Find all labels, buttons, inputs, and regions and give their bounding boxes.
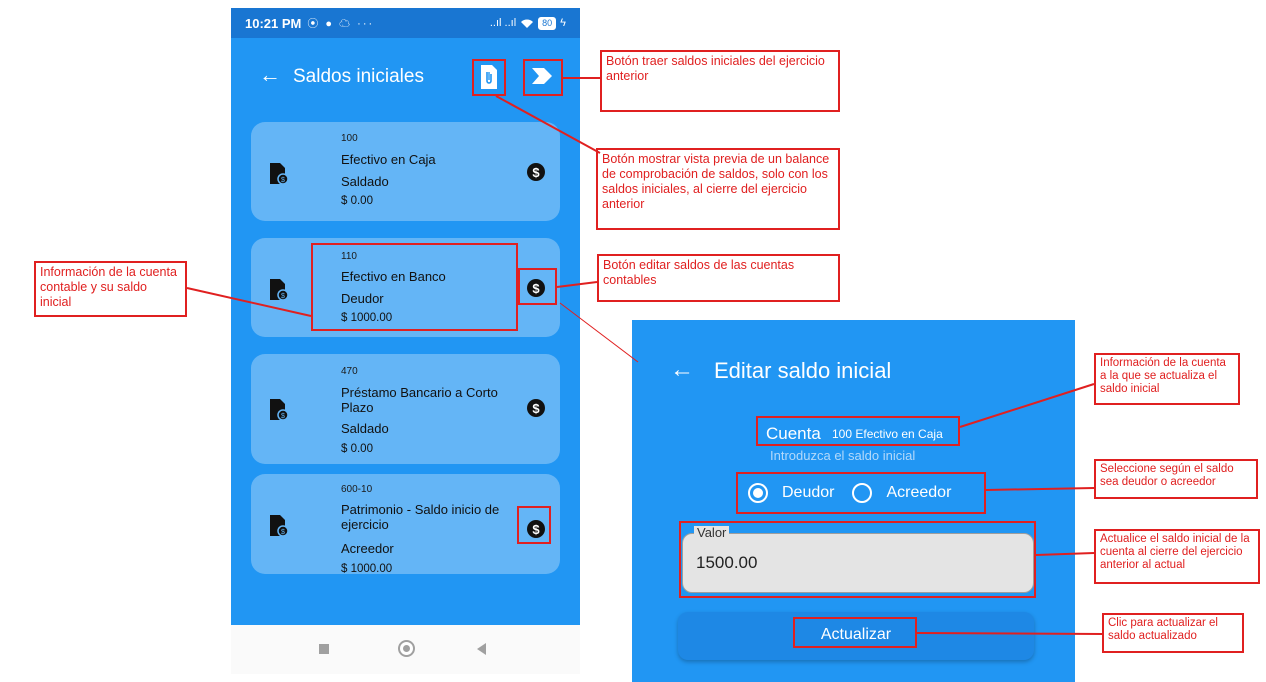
recents-icon[interactable] (319, 644, 329, 654)
highlight-import-button (523, 59, 563, 96)
account-name: Préstamo Bancario a Corto Plazo (341, 385, 498, 415)
highlight-edit-button (518, 268, 557, 305)
account-card[interactable]: $ 470 Préstamo Bancario a Corto Plazo Sa… (251, 354, 560, 464)
back-arrow-icon[interactable]: ← (670, 356, 694, 384)
back-arrow-icon[interactable]: ← (259, 62, 281, 88)
svg-text:$: $ (281, 177, 285, 184)
nav-back-icon[interactable] (477, 643, 486, 655)
note-bring-initial: Botón traer saldos iniciales del ejercic… (600, 50, 840, 112)
highlight-preview-button (472, 59, 506, 96)
highlight-radio-group (736, 472, 986, 514)
svg-text:$: $ (281, 529, 285, 536)
account-code: 600-10 (341, 484, 373, 495)
input-hint: Introduzca el saldo inicial (770, 448, 916, 463)
system-nav-bar (231, 625, 580, 674)
note-update-value: Actualice el saldo inicial de la cuenta … (1094, 529, 1260, 584)
account-card[interactable]: $ 600-10 Patrimonio - Saldo inicio de ej… (251, 474, 560, 575)
status-bar: 10:21 PM ⦿ ● ☁ ··· ..ıl ..ıl 80 ϟ (231, 8, 580, 38)
highlight-edit-button-4 (517, 506, 551, 544)
account-amount: $ 1000.00 (341, 563, 393, 575)
file-dollar-icon: $ (270, 515, 289, 537)
svg-text:$: $ (281, 413, 285, 420)
charging-icon: ϟ (560, 17, 566, 29)
account-amount: $ 0.00 (341, 195, 373, 207)
edit-title: Editar saldo inicial (714, 358, 892, 383)
svg-text:$: $ (532, 401, 540, 416)
highlight-account-info (311, 243, 518, 331)
account-state: Acreedor (341, 541, 394, 556)
account-code: 100 (341, 133, 358, 144)
svg-text:$: $ (532, 165, 540, 180)
page-title: Saldos iniciales (293, 66, 424, 87)
account-card[interactable]: $ 100 Efectivo en Caja Saldado $ 0.00 $ (251, 122, 560, 221)
note-account-updated: Información de la cuenta a la que se act… (1094, 353, 1240, 405)
highlight-account-field (756, 416, 960, 446)
wifi-icon (521, 19, 534, 28)
battery-icon: 80 (538, 16, 557, 30)
account-state: Saldado (341, 174, 389, 189)
signal-icons: ..ıl ..ıl 80 ϟ (489, 16, 566, 30)
note-edit-balances: Botón editar saldos de las cuentas conta… (597, 254, 840, 302)
signal-icon: ..ıl ..ıl (489, 17, 517, 29)
account-name: Efectivo en Caja (341, 152, 436, 167)
svg-text:$: $ (281, 293, 285, 300)
phone-screen: 10:21 PM ⦿ ● ☁ ··· ..ıl ..ıl 80 ϟ ← Sald… (231, 8, 580, 674)
account-name: Patrimonio - Saldo inicio de ejercicio (341, 502, 500, 532)
account-state: Saldado (341, 421, 389, 436)
note-account-info: Información de la cuenta contable y su s… (34, 261, 187, 317)
note-click-update: Clic para actualizar el saldo actualizad… (1102, 613, 1244, 653)
file-dollar-icon: $ (270, 279, 289, 301)
home-icon[interactable] (398, 640, 415, 657)
status-time: 10:21 PM (245, 15, 302, 31)
account-code: 470 (341, 366, 358, 377)
account-amount: $ 0.00 (341, 443, 373, 455)
note-select-type: Seleccione según el saldo sea deudor o a… (1094, 459, 1258, 499)
note-preview: Botón mostrar vista previa de un balance… (596, 148, 840, 230)
highlight-value-field (679, 521, 1036, 598)
stage: 10:21 PM ⦿ ● ☁ ··· ..ıl ..ıl 80 ϟ ← Sald… (0, 0, 1266, 682)
dollar-edit-icon[interactable]: $ (526, 162, 546, 182)
dollar-edit-icon[interactable]: $ (526, 398, 546, 418)
highlight-update-button (793, 617, 917, 648)
file-dollar-icon: $ (270, 163, 289, 185)
file-dollar-icon: $ (270, 399, 289, 421)
notification-icons: ⦿ ● ☁ ··· (307, 18, 375, 30)
